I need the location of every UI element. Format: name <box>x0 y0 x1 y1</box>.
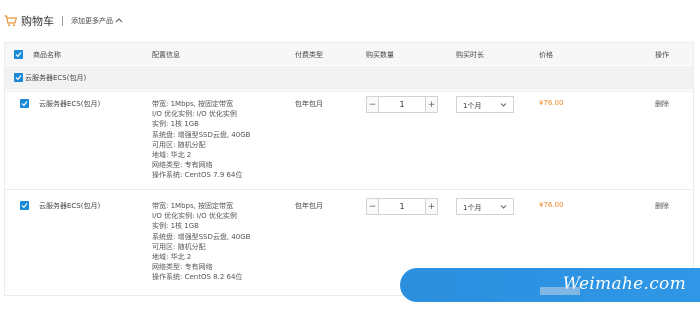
price: ¥76.00 <box>539 99 564 107</box>
select-all-checkbox[interactable] <box>14 50 23 59</box>
row-checkbox[interactable] <box>20 201 29 210</box>
config-line: 可用区: 随机分配 <box>152 140 206 149</box>
delete-link[interactable]: 删除 <box>655 201 669 211</box>
duration-value: 1个月 <box>463 102 482 110</box>
chevron-up-icon <box>115 17 123 25</box>
config-line: 系统盘: 增强型SSD云盘, 40GB <box>152 232 251 241</box>
pay-type: 包年包月 <box>295 202 323 210</box>
config-line: 实例: 1核 1GB <box>152 222 199 231</box>
col-header-price: 价格 <box>539 51 553 59</box>
config-line: I/O 优化实例: I/O 优化实例 <box>152 212 237 221</box>
config-line: 带宽: 1Mbps, 按固定带宽 <box>152 100 234 108</box>
config-line: 操作系统: CentOS 7.9 64位 <box>152 171 243 180</box>
config-line: 带宽: 1Mbps, 按固定带宽 <box>152 202 234 210</box>
table-row: 云服务器ECS(包月) 带宽: 1Mbps, 按固定带宽 I/O 优化实例: I… <box>5 91 693 189</box>
col-header-quantity: 购买数量 <box>366 51 394 59</box>
config-line: 系统盘: 增强型SSD云盘, 40GB <box>152 130 251 139</box>
price: ¥76.00 <box>539 201 564 209</box>
group-checkbox[interactable] <box>14 73 23 82</box>
cart-table: 商品名称 配置信息 付费类型 购买数量 购买时长 价格 操作 云服务器ECS(包… <box>4 42 694 296</box>
quantity-input[interactable]: 1 <box>379 199 425 214</box>
config-line: 可用区: 随机分配 <box>152 242 206 251</box>
chevron-down-icon <box>500 101 507 108</box>
config-line: 地域: 华北 2 <box>152 151 192 160</box>
shopping-cart-icon <box>4 15 17 27</box>
config-line: 网络类型: 专有网络 <box>152 161 213 170</box>
cart-header: 购物车 添加更多产品 <box>4 10 694 32</box>
config-line: 地域: 华北 2 <box>152 253 192 262</box>
duration-value: 1个月 <box>463 204 482 212</box>
duration-select[interactable]: 1个月 <box>456 198 514 215</box>
increment-button[interactable]: + <box>425 199 437 214</box>
decrement-button[interactable]: − <box>367 97 379 112</box>
page-title: 购物车 <box>21 15 54 28</box>
watermark-bar <box>540 287 580 295</box>
col-header-config: 配置信息 <box>152 51 180 59</box>
decrement-button[interactable]: − <box>367 199 379 214</box>
pay-type: 包年包月 <box>295 100 323 108</box>
quantity-stepper: − 1 + <box>366 96 438 113</box>
delete-link[interactable]: 删除 <box>655 99 669 109</box>
add-more-label: 添加更多产品 <box>71 17 113 25</box>
config-line: I/O 优化实例: I/O 优化实例 <box>152 110 237 119</box>
row-checkbox[interactable] <box>20 99 29 108</box>
watermark-banner: Weimahe.com <box>400 268 700 302</box>
product-name: 云服务器ECS(包月) <box>39 100 101 108</box>
config-line: 网络类型: 专有网络 <box>152 263 213 272</box>
config-info: 带宽: 1Mbps, 按固定带宽 I/O 优化实例: I/O 优化实例 实例: … <box>152 201 292 283</box>
product-name: 云服务器ECS(包月) <box>39 202 101 210</box>
duration-select[interactable]: 1个月 <box>456 96 514 113</box>
col-header-pay-type: 付费类型 <box>295 51 323 59</box>
chevron-down-icon <box>500 203 507 210</box>
quantity-input[interactable]: 1 <box>379 97 425 112</box>
config-line: 操作系统: CentOS 8.2 64位 <box>152 273 243 282</box>
table-header: 商品名称 配置信息 付费类型 购买数量 购买时长 价格 操作 <box>5 43 693 65</box>
quantity-stepper: − 1 + <box>366 198 438 215</box>
group-label: 云服务器ECS(包月) <box>25 74 87 82</box>
config-line: 实例: 1核 1GB <box>152 120 199 129</box>
add-more-products-link[interactable]: 添加更多产品 <box>71 16 123 26</box>
col-header-duration: 购买时长 <box>456 51 484 59</box>
col-header-actions: 操作 <box>655 51 669 59</box>
watermark-text: Weimahe.com <box>562 274 686 294</box>
increment-button[interactable]: + <box>425 97 437 112</box>
product-group-row: 云服务器ECS(包月) <box>5 66 693 90</box>
header-divider <box>62 16 63 26</box>
col-header-name: 商品名称 <box>33 51 61 59</box>
config-info: 带宽: 1Mbps, 按固定带宽 I/O 优化实例: I/O 优化实例 实例: … <box>152 99 292 181</box>
